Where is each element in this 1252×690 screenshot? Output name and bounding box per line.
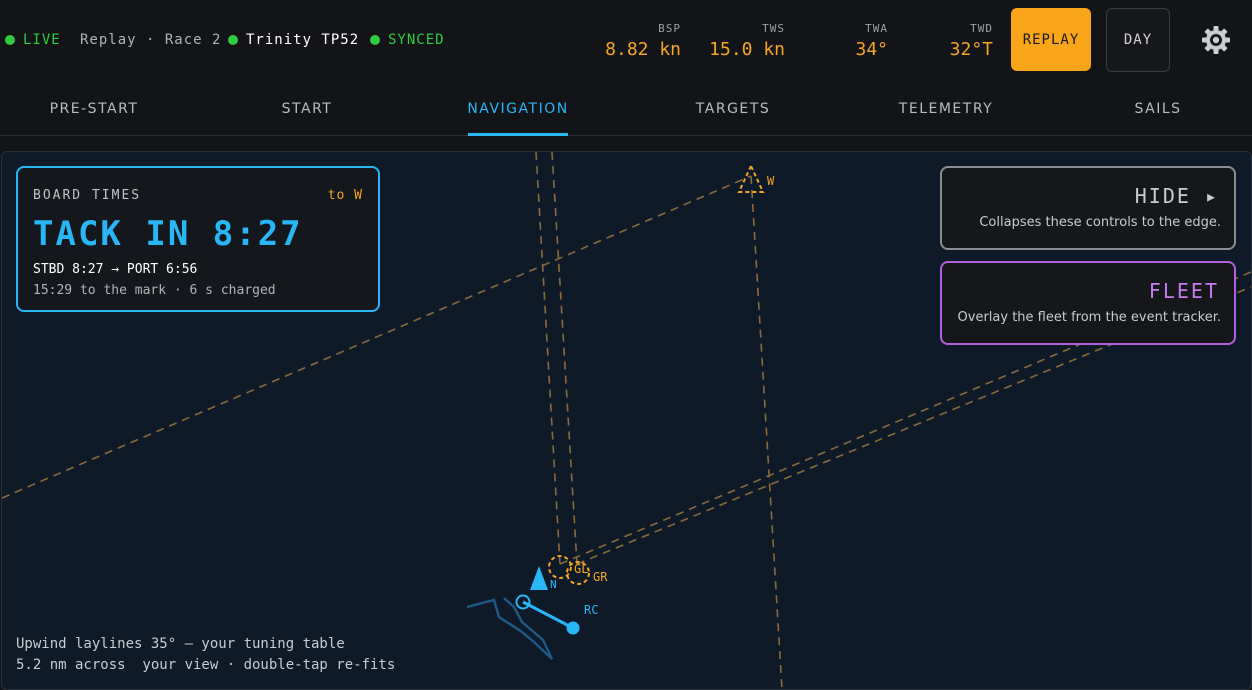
board-split: STBD 8:27 → PORT 6:56 [33, 262, 198, 277]
top-bar: LIVE Replay · Race 2 Trinity TP52 SYNCED… [0, 0, 1252, 82]
tab-start[interactable]: START [270, 82, 344, 135]
metric-bsp-value: 8.82 kn [605, 39, 681, 60]
tab-telemetry[interactable]: TELEMETRY [892, 82, 1000, 135]
metric-tws-value: 15.0 kn [709, 39, 785, 60]
metric-twd-value: 32°T [949, 39, 993, 60]
board-times-destination: to W [327, 188, 363, 203]
tab-navigation[interactable]: NAVIGATION [467, 82, 568, 136]
metric-twd: TWD 32°T [950, 22, 993, 60]
fleet-title: FLEET [1148, 279, 1219, 303]
day-mode-button[interactable]: DAY [1106, 8, 1170, 72]
tab-bar: PRE-START START NAVIGATION TARGETS TELEM… [0, 82, 1252, 136]
board-times-card[interactable]: BOARD TIMES to W TACK IN 8:27 STBD 8:27 … [16, 166, 380, 312]
metric-twa-label: TWA [865, 22, 888, 35]
committee-boat-label: RC [584, 603, 598, 617]
live-dot [5, 35, 15, 45]
north-arrow-icon [530, 566, 548, 590]
start-line [522, 600, 574, 630]
metric-twd-label: TWD [970, 22, 993, 35]
metric-bsp: BSP 8.82 kn [605, 22, 681, 60]
view-scale-note: 5.2 nm across your view · double-tap re-… [16, 657, 396, 673]
mark-windward[interactable]: W [737, 163, 775, 193]
track-history [466, 597, 554, 660]
boat-dot [228, 35, 238, 45]
live-indicator: LIVE [5, 32, 61, 48]
metric-tws: TWS 15.0 kn [709, 22, 785, 60]
metric-tws-label: TWS [762, 22, 785, 35]
hide-description: Collapses these controls to the edge. [979, 215, 1221, 230]
boat-indicator: Trinity TP52 [228, 32, 359, 48]
gear-icon[interactable] [1200, 24, 1232, 56]
fleet-overlay-button[interactable]: FLEET Overlay the fleet from the event t… [940, 261, 1236, 345]
tack-countdown: TACK IN 8:27 [33, 214, 303, 254]
tab-pre-start[interactable]: PRE-START [40, 82, 148, 135]
replay-button[interactable]: REPLAY [1011, 8, 1091, 71]
mark-gate-left[interactable]: GL [548, 555, 588, 579]
mark-gate-right-label: GR [593, 570, 608, 584]
tab-targets[interactable]: TARGETS [690, 82, 776, 135]
fleet-description: Overlay the fleet from the event tracker… [957, 310, 1221, 325]
committee-boat-mark[interactable] [566, 621, 580, 635]
north-label: N [550, 578, 557, 591]
layline-note: Upwind laylines 35° — your tuning table [16, 636, 345, 652]
tab-sails[interactable]: SAILS [1126, 82, 1190, 135]
board-times-title: BOARD TIMES [33, 188, 142, 203]
hide-controls-button[interactable]: HIDE ▸ Collapses these controls to the e… [940, 166, 1236, 250]
hide-title: HIDE ▸ [1134, 184, 1219, 208]
board-detail: 15:29 to the mark · 6 s charged [33, 283, 276, 298]
mark-windward-label: W [767, 174, 775, 188]
metric-twa-value: 34° [855, 39, 888, 60]
session-label: Replay · Race 2 [80, 32, 222, 48]
sync-indicator: SYNCED [370, 32, 445, 48]
layline-starboard [750, 175, 783, 689]
mark-gate-left-label: GL [574, 562, 588, 576]
sync-dot [370, 35, 380, 45]
metric-twa: TWA 34° [855, 22, 888, 60]
metric-bsp-label: BSP [658, 22, 681, 35]
